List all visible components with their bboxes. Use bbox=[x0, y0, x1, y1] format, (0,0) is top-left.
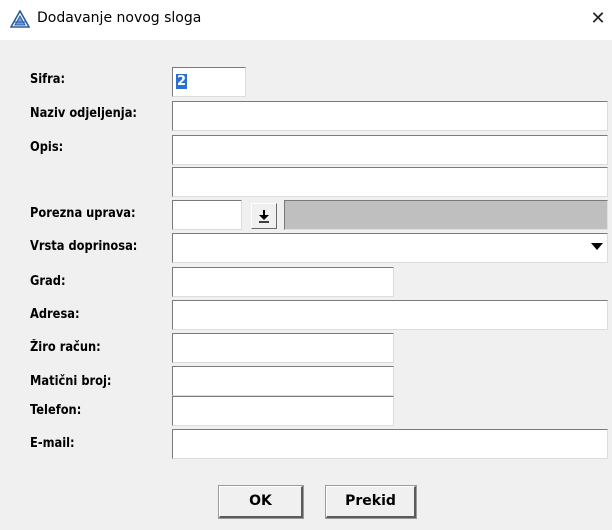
label-naziv-odjeljenja: Naziv odjeljenja: bbox=[30, 106, 138, 121]
vrsta-doprinosa-dropdown[interactable] bbox=[172, 233, 608, 263]
grad-input[interactable] bbox=[172, 267, 394, 297]
label-ziro-racun: Žiro račun: bbox=[30, 340, 101, 355]
label-porezna-uprava: Porezna uprava: bbox=[30, 206, 136, 221]
telefon-input[interactable] bbox=[172, 396, 394, 426]
label-email: E-mail: bbox=[30, 436, 75, 451]
cancel-button[interactable]: Prekid bbox=[325, 485, 417, 519]
maticni-broj-input[interactable] bbox=[172, 366, 394, 396]
ziro-racun-input[interactable] bbox=[172, 333, 394, 363]
window-title: Dodavanje novog sloga bbox=[37, 10, 202, 26]
title-bar: Dodavanje novog sloga ✕ bbox=[0, 0, 612, 40]
naziv-odjeljenja-input[interactable] bbox=[172, 101, 608, 131]
chevron-down-icon[interactable] bbox=[591, 243, 603, 250]
sifra-input[interactable]: 2 bbox=[172, 67, 246, 97]
label-telefon: Telefon: bbox=[30, 403, 82, 418]
label-adresa: Adresa: bbox=[30, 307, 80, 322]
label-vrsta-doprinosa: Vrsta doprinosa: bbox=[30, 239, 138, 254]
app-triangle-icon bbox=[10, 10, 30, 28]
label-maticni-broj: Matični broj: bbox=[30, 374, 112, 389]
porezna-uprava-name-display bbox=[284, 200, 608, 230]
opis-input-2[interactable] bbox=[172, 167, 608, 197]
dialog-body: Sifra: 2 Naziv odjeljenja: Opis: Porezna… bbox=[0, 40, 612, 530]
download-arrow-icon bbox=[259, 210, 269, 223]
email-input[interactable] bbox=[172, 429, 608, 459]
porezna-lookup-button[interactable] bbox=[251, 203, 277, 229]
adresa-input[interactable] bbox=[172, 300, 608, 330]
close-icon[interactable]: ✕ bbox=[584, 4, 612, 34]
sifra-value: 2 bbox=[176, 74, 188, 89]
label-opis: Opis: bbox=[30, 140, 64, 155]
porezna-uprava-input[interactable] bbox=[172, 200, 242, 230]
opis-input-1[interactable] bbox=[172, 135, 608, 165]
ok-button[interactable]: OK bbox=[218, 485, 304, 519]
label-grad: Grad: bbox=[30, 274, 66, 289]
label-sifra: Sifra: bbox=[30, 72, 66, 87]
